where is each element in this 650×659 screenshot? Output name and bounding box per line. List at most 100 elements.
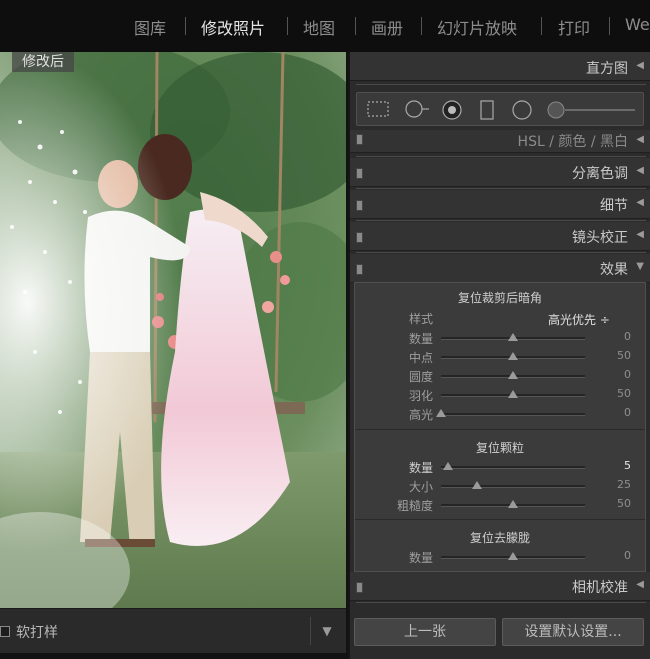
reset-dehaze-button[interactable]: 复位去朦胧 bbox=[355, 529, 645, 546]
collapse-left-icon: ◀ bbox=[636, 134, 644, 145]
spot-removal-icon[interactable] bbox=[403, 100, 431, 118]
slider-value[interactable]: 0 bbox=[601, 368, 631, 381]
collapse-left-icon: ◀ bbox=[636, 579, 644, 590]
slider-value[interactable]: 25 bbox=[601, 478, 631, 491]
collapse-left-icon: ◀ bbox=[636, 60, 644, 71]
preview-toolbar: 软打样 ▼ bbox=[0, 608, 346, 653]
slider-thumb[interactable] bbox=[508, 500, 518, 508]
slider-value[interactable]: 0 bbox=[601, 330, 631, 343]
slider-label: 圆度 bbox=[408, 370, 433, 384]
expanded-down-icon: ▼ bbox=[636, 261, 644, 272]
graduated-filter-icon[interactable] bbox=[479, 100, 495, 120]
slider-value[interactable]: 50 bbox=[601, 349, 631, 362]
module-separator bbox=[287, 17, 288, 35]
slider-thumb[interactable] bbox=[436, 409, 446, 417]
slider-label: 羽化 bbox=[408, 389, 433, 403]
camera-calibration-header[interactable]: 相机校准 ◀ bbox=[350, 572, 650, 601]
module-separator bbox=[421, 17, 422, 35]
effects-header[interactable]: 效果 ▼ bbox=[350, 254, 650, 283]
collapse-left-icon: ◀ bbox=[636, 229, 644, 240]
section-toggle-icon[interactable] bbox=[356, 134, 363, 145]
vignette-highlights-slider[interactable] bbox=[441, 413, 585, 416]
slider-thumb[interactable] bbox=[472, 481, 482, 489]
module-picker: 图库 修改照片 地图 画册 幻灯片放映 打印 We bbox=[0, 0, 650, 52]
slider-label: 粗糙度 bbox=[396, 499, 433, 513]
slider-thumb[interactable] bbox=[508, 552, 518, 560]
photo-image bbox=[0, 52, 346, 608]
grain-amount-slider[interactable] bbox=[441, 466, 585, 469]
module-library[interactable]: 图库 bbox=[134, 15, 166, 39]
lens-corrections-header[interactable]: 镜头校正 ◀ bbox=[350, 222, 650, 251]
module-map[interactable]: 地图 bbox=[303, 15, 335, 39]
crop-tool-icon[interactable] bbox=[367, 100, 389, 118]
detail-title: 细节 bbox=[600, 198, 628, 214]
slider-value[interactable]: 50 bbox=[601, 497, 631, 510]
histogram-title: 直方图 bbox=[586, 61, 628, 77]
slider-thumb[interactable] bbox=[508, 352, 518, 360]
adjustment-brush-icon[interactable] bbox=[547, 100, 637, 120]
panel-divider bbox=[356, 188, 646, 189]
slider-thumb[interactable] bbox=[508, 390, 518, 398]
hsl-section-header[interactable]: HSL / 颜色 / 黑白 ◀ bbox=[350, 130, 650, 153]
split-toning-title: 分离色调 bbox=[572, 166, 628, 182]
module-slideshow[interactable]: 幻灯片放映 bbox=[437, 15, 517, 39]
slider-label: 高光 bbox=[408, 408, 433, 422]
lens-corrections-title: 镜头校正 bbox=[572, 230, 628, 246]
effects-divider bbox=[355, 519, 645, 520]
panel-divider bbox=[356, 252, 646, 253]
vignette-style-label: 样式 bbox=[408, 312, 433, 326]
reset-vignette-button[interactable]: 复位裁剪后暗角 bbox=[355, 289, 645, 306]
module-print[interactable]: 打印 bbox=[558, 15, 590, 39]
panel-divider bbox=[356, 602, 646, 603]
photo-preview[interactable]: 修改后 bbox=[0, 52, 346, 608]
vignette-style-select[interactable]: 高光优先 ÷ bbox=[548, 311, 610, 328]
reset-grain-button[interactable]: 复位颗粒 bbox=[355, 439, 645, 456]
grain-size-slider[interactable] bbox=[441, 485, 585, 488]
chevron-down-icon: ▼ bbox=[322, 624, 332, 638]
collapse-left-icon: ◀ bbox=[636, 197, 644, 208]
previous-button[interactable]: 上一张 bbox=[354, 618, 496, 646]
red-eye-icon[interactable] bbox=[441, 100, 463, 120]
panel-divider bbox=[356, 84, 646, 85]
slider-label: 大小 bbox=[408, 480, 433, 494]
split-toning-header[interactable]: 分离色调 ◀ bbox=[350, 158, 650, 187]
section-toggle-icon[interactable] bbox=[356, 232, 363, 243]
camera-calibration-title: 相机校准 bbox=[572, 580, 628, 596]
slider-label: 中点 bbox=[408, 351, 433, 365]
section-toggle-icon[interactable] bbox=[356, 264, 363, 275]
slider-label: 数量 bbox=[408, 332, 433, 346]
module-separator bbox=[185, 17, 186, 35]
slider-thumb[interactable] bbox=[508, 333, 518, 341]
section-toggle-icon[interactable] bbox=[356, 200, 363, 211]
module-web[interactable]: We bbox=[625, 15, 650, 34]
effects-divider bbox=[355, 429, 645, 430]
tool-strip bbox=[356, 92, 644, 126]
toolbar-menu-button[interactable]: ▼ bbox=[312, 619, 342, 643]
slider-label: 数量 bbox=[408, 551, 433, 565]
set-default-button[interactable]: 设置默认设置... bbox=[502, 618, 644, 646]
slider-thumb[interactable] bbox=[443, 462, 454, 470]
radial-filter-icon[interactable] bbox=[511, 100, 533, 120]
soft-proof-checkbox[interactable] bbox=[0, 626, 10, 637]
soft-proof-label: 软打样 bbox=[16, 625, 58, 641]
section-toggle-icon[interactable] bbox=[356, 168, 363, 179]
slider-value[interactable]: 0 bbox=[601, 406, 631, 419]
panel-divider bbox=[356, 156, 646, 157]
module-book[interactable]: 画册 bbox=[371, 15, 403, 39]
slider-label: 数量 bbox=[408, 461, 433, 475]
section-toggle-icon[interactable] bbox=[356, 582, 363, 593]
toolbar-divider bbox=[310, 617, 311, 645]
after-label: 修改后 bbox=[12, 52, 74, 72]
detail-header[interactable]: 细节 ◀ bbox=[350, 190, 650, 219]
collapse-left-icon: ◀ bbox=[636, 165, 644, 176]
histogram-header[interactable]: 直方图 ◀ bbox=[350, 52, 650, 81]
effects-panel: 复位裁剪后暗角 样式 高光优先 ÷ 数量 0 中点 50 圆度 0 羽化 50 … bbox=[354, 282, 646, 572]
hsl-section-title: HSL / 颜色 / 黑白 bbox=[517, 134, 628, 150]
slider-value[interactable]: 0 bbox=[601, 549, 631, 562]
slider-value[interactable]: 50 bbox=[601, 387, 631, 400]
slider-value[interactable]: 5 bbox=[601, 459, 631, 472]
module-separator bbox=[355, 17, 356, 35]
effects-title: 效果 bbox=[600, 262, 628, 278]
slider-thumb[interactable] bbox=[508, 371, 518, 379]
module-develop[interactable]: 修改照片 bbox=[201, 15, 265, 39]
